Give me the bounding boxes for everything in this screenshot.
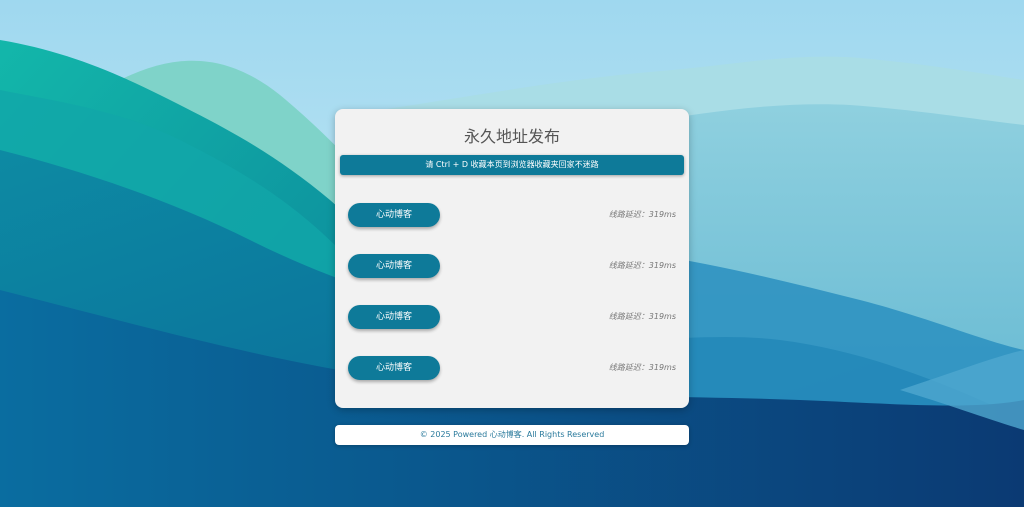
link-button[interactable]: 心动博客: [348, 305, 440, 329]
link-button[interactable]: 心动博客: [348, 356, 440, 380]
link-row: 心动博客 线路延迟：319ms: [348, 356, 676, 380]
latency-text: 线路延迟：319ms: [608, 312, 676, 321]
link-row: 心动博客 线路延迟：319ms: [348, 305, 676, 329]
link-row: 心动博客 线路延迟：319ms: [348, 254, 676, 278]
latency-text: 线路延迟：319ms: [608, 210, 676, 219]
footer-copyright: © 2025 Powered 心动博客. All Rights Reserved: [335, 425, 689, 445]
latency-text: 线路延迟：319ms: [608, 261, 676, 270]
page-title: 永久地址发布: [463, 127, 560, 146]
bookmark-notice-banner: 请 Ctrl + D 收藏本页到浏览器收藏夹回家不迷路: [340, 155, 684, 175]
link-button[interactable]: 心动博客: [348, 254, 440, 278]
link-button[interactable]: 心动博客: [348, 203, 440, 227]
address-card: 永久地址发布 请 Ctrl + D 收藏本页到浏览器收藏夹回家不迷路 心动博客 …: [335, 109, 689, 408]
link-row: 心动博客 线路延迟：319ms: [348, 203, 676, 227]
latency-text: 线路延迟：319ms: [608, 363, 676, 372]
